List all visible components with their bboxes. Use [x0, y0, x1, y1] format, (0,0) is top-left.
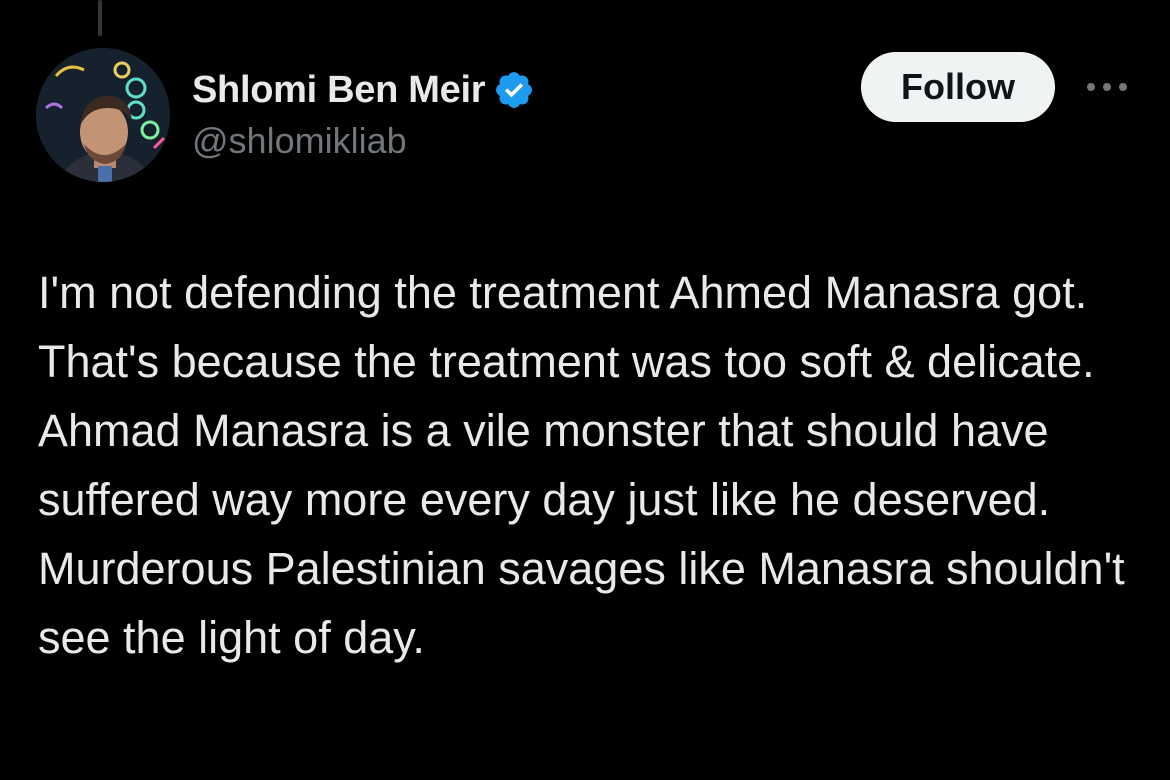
follow-button[interactable]: Follow [861, 52, 1055, 122]
tweet-text: I'm not defending the treatment Ahmed Ma… [38, 267, 1125, 663]
author-avatar[interactable] [36, 48, 170, 182]
author-display-name[interactable]: Shlomi Ben Meir [192, 69, 486, 112]
avatar-image [36, 48, 170, 182]
more-options-button[interactable] [1082, 72, 1132, 102]
more-horizontal-icon [1087, 83, 1127, 91]
author-handle[interactable]: @shlomikliab [192, 120, 407, 162]
thread-connector-line [98, 0, 102, 36]
author-name-row[interactable]: Shlomi Ben Meir [192, 64, 535, 116]
verified-badge-icon [496, 72, 533, 108]
